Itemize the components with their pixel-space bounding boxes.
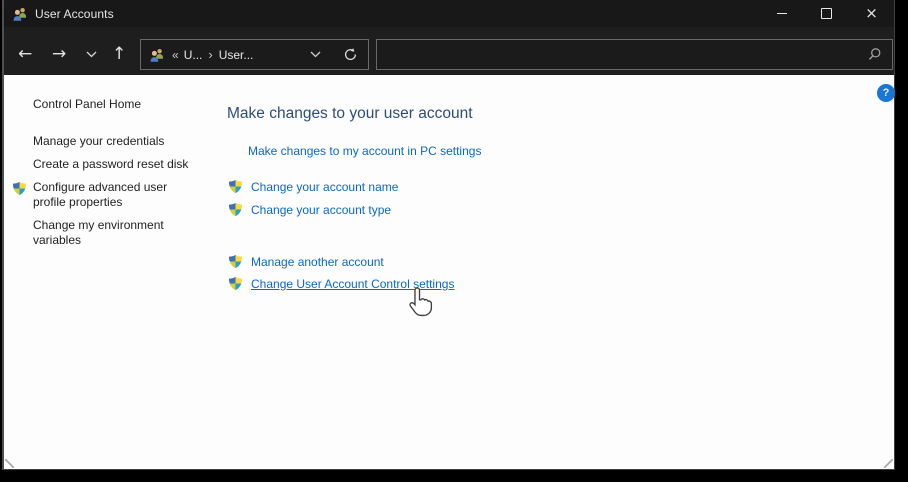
forward-button[interactable]: → [52,46,66,63]
uac-shield-icon [228,179,243,194]
minimize-button[interactable] [759,0,804,27]
breadcrumb-parent[interactable]: U... [184,48,203,62]
sidebar-item-environment-variables[interactable]: Change my environment variables [33,218,175,248]
minimize-icon [777,13,787,14]
task-link-label: Change User Account Control settings [251,277,454,291]
recent-pages-chevron-icon[interactable] [86,51,97,58]
change-uac-settings-link[interactable]: Change User Account Control settings [228,276,454,291]
uac-shield-icon [228,202,243,217]
resize-grip-bottom-right[interactable] [884,459,893,468]
uac-shield-icon [228,254,243,269]
task-link-label: Change your account name [251,180,398,194]
sidebar-item-advanced-user-profile[interactable]: Configure advanced user profile properti… [33,180,175,210]
user-accounts-icon [12,6,28,22]
content-area: ? Control Panel Home Manage your credent… [4,75,894,469]
task-link-label: Change your account type [251,203,391,217]
close-icon: × [865,6,878,21]
page-title: Make changes to your user account [227,104,473,123]
search-icon[interactable] [867,47,882,62]
sidebar-item-control-panel-home[interactable]: Control Panel Home [33,97,141,112]
address-bar[interactable]: « U... › User... [140,39,369,70]
resize-grip-bottom-left[interactable] [5,459,14,468]
change-account-name-link[interactable]: Change your account name [228,179,398,194]
manage-another-account-link[interactable]: Manage another account [228,254,384,269]
up-button[interactable]: ↑ [112,46,126,63]
uac-shield-icon [228,276,243,291]
uac-shield-icon [12,181,27,196]
breadcrumb-overflow-chevrons[interactable]: « [172,48,179,62]
breadcrumb-current[interactable]: User... [219,48,254,62]
search-input[interactable] [377,40,867,69]
sidebar-item-manage-credentials[interactable]: Manage your credentials [33,134,164,149]
title-bar: User Accounts × [4,0,894,27]
caption-buttons: × [759,0,894,27]
help-button[interactable]: ? [877,84,895,102]
maximize-button[interactable] [804,0,849,27]
navigation-bar: ← → ↑ « U... › User... [4,27,894,75]
user-accounts-window: User Accounts × ← → ↑ « U... › User... [2,0,895,470]
close-button[interactable]: × [849,0,894,27]
address-dropdown-chevron-icon[interactable] [310,51,321,58]
refresh-icon[interactable] [343,47,358,62]
back-button[interactable]: ← [18,46,32,63]
breadcrumb-separator-icon[interactable]: › [208,47,212,62]
task-link-label: Manage another account [251,255,384,269]
sidebar-item-password-reset-disk[interactable]: Create a password reset disk [33,157,188,172]
window-title: User Accounts [35,7,114,21]
change-account-type-link[interactable]: Change your account type [228,202,391,217]
search-box [376,39,893,70]
user-accounts-breadcrumb-icon [149,47,165,63]
maximize-icon [821,8,832,19]
pc-settings-link[interactable]: Make changes to my account in PC setting… [248,144,481,158]
